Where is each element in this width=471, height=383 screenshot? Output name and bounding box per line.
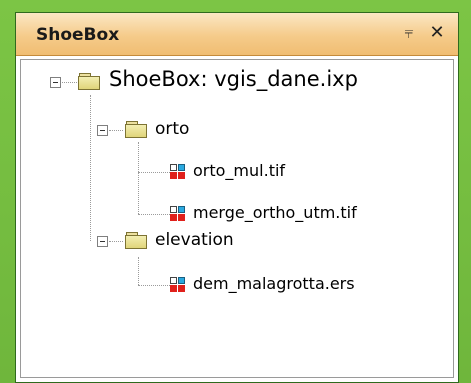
panel-titlebar[interactable]: ShoeBox ⫧ ✕ — [16, 13, 458, 56]
raster-file-icon — [170, 277, 186, 293]
folder-icon — [78, 73, 100, 90]
tree-connector — [138, 257, 139, 285]
collapse-toggle[interactable] — [50, 77, 61, 88]
tree-item-elevation[interactable]: elevation — [155, 230, 234, 250]
tree-item-file[interactable]: orto_mul.tif — [193, 161, 285, 180]
tree-item-root[interactable]: ShoeBox: vgis_dane.ixp — [109, 67, 358, 91]
folder-icon — [125, 232, 147, 249]
tree-connector — [59, 82, 77, 83]
tree-connector — [138, 214, 170, 215]
tree-connector — [138, 142, 139, 214]
panel-title: ShoeBox — [36, 25, 120, 45]
tree-connector — [138, 285, 170, 286]
close-icon[interactable]: ✕ — [428, 22, 446, 44]
folder-icon — [125, 121, 147, 138]
tree-view[interactable]: ShoeBox: vgis_dane.ixp orto orto_mul.tif… — [20, 59, 454, 378]
tree-item-file[interactable]: dem_malagrotta.ers — [193, 274, 355, 293]
pin-icon[interactable]: ⫧ — [400, 22, 418, 44]
tree-item-orto[interactable]: orto — [155, 119, 189, 139]
tree-connector — [138, 172, 170, 173]
tree-item-file[interactable]: merge_ortho_utm.tif — [193, 203, 357, 222]
raster-file-icon — [170, 206, 186, 222]
tree-connector — [109, 241, 123, 242]
tree-connector — [109, 130, 123, 131]
collapse-toggle[interactable] — [97, 236, 108, 247]
collapse-toggle[interactable] — [97, 125, 108, 136]
shoebox-panel: ShoeBox ⫧ ✕ ShoeBox: vgis_dane.ixp orto — [15, 12, 459, 383]
raster-file-icon — [170, 164, 186, 180]
tree-connector — [90, 95, 91, 241]
